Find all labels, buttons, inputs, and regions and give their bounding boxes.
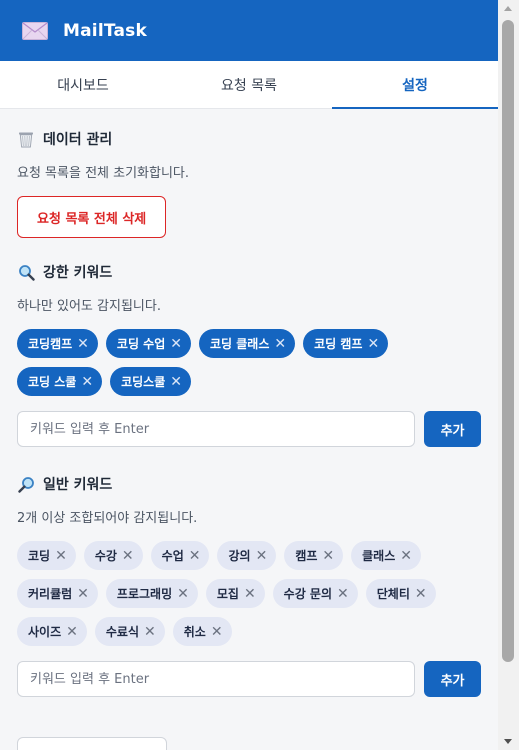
keyword-chip: 코딩 스쿨 ✕ <box>17 367 103 396</box>
keyword-label: 코딩 클래스 <box>209 337 270 351</box>
app-header: MailTask <box>0 0 498 61</box>
data-management-title: 데이터 관리 <box>17 129 481 149</box>
keyword-label: 프로그래밍 <box>116 587 173 601</box>
keyword-label: 캠프 <box>295 549 318 563</box>
app-title: MailTask <box>63 20 147 41</box>
remove-keyword-icon[interactable]: ✕ <box>144 625 156 639</box>
keyword-chip: 코딩캠프 ✕ <box>17 329 98 358</box>
scrollbar[interactable] <box>498 0 519 750</box>
keyword-chip: 코딩 수업 ✕ <box>105 329 191 358</box>
normal-keyword-list: 코딩 ✕ 수강 ✕ 수업 ✕ 강의 ✕ 캠프 ✕ 클래스 ✕ 커리큘럼 ✕ 프로그래밍 ✕ 모집… <box>17 541 457 646</box>
keyword-chip: 코딩스쿨 ✕ <box>110 367 191 396</box>
strong-keyword-input[interactable] <box>17 411 416 447</box>
remove-keyword-icon[interactable]: ✕ <box>55 549 67 563</box>
keyword-label: 코딩스쿨 <box>121 375 166 389</box>
tab-dashboard[interactable]: 대시보드 <box>0 61 166 108</box>
keyword-chip: 수료식 ✕ <box>94 617 165 646</box>
keyword-label: 사이즈 <box>28 625 62 639</box>
keyword-chip: 강의 ✕ <box>217 541 277 570</box>
normal-keywords-heading: 일반 키워드 <box>43 477 113 493</box>
remove-keyword-icon[interactable]: ✕ <box>400 549 412 563</box>
normal-keyword-input[interactable] <box>17 661 416 697</box>
data-management-description: 요청 목록을 전체 초기화합니다. <box>17 166 190 181</box>
tab-settings[interactable]: 설정 <box>332 61 498 109</box>
keyword-label: 클래스 <box>362 549 396 563</box>
strong-keywords-heading: 강한 키워드 <box>43 265 113 281</box>
keyword-chip: 취소 ✕ <box>172 617 232 646</box>
remove-keyword-icon[interactable]: ✕ <box>322 549 334 563</box>
keyword-label: 코딩 스쿨 <box>28 375 77 389</box>
strong-keywords-title: 강한 키워드 <box>17 262 481 282</box>
tab-bar: 대시보드 요청 목록 설정 <box>0 61 498 109</box>
scroll-up-icon[interactable] <box>504 6 512 11</box>
keyword-chip: 코딩 클래스 ✕ <box>198 329 296 358</box>
keyword-chip: 모집 ✕ <box>205 579 265 608</box>
settings-panel: 데이터 관리 요청 목록을 전체 초기화합니다. 요청 목록 전체 삭제 강한 … <box>0 109 498 750</box>
envelope-icon <box>22 21 48 40</box>
normal-keywords-title: 일반 키워드 <box>17 474 481 494</box>
strong-keyword-list: 코딩캠프 ✕ 코딩 수업 ✕ 코딩 클래스 ✕ 코딩 캠프 ✕ 코딩 스쿨 ✕ 코딩스쿨 ✕ <box>17 329 481 396</box>
keyword-chip: 클래스 ✕ <box>351 541 421 570</box>
keyword-label: 코딩 수업 <box>116 337 166 351</box>
keyword-label: 강의 <box>228 549 251 563</box>
remove-keyword-icon[interactable]: ✕ <box>122 549 134 563</box>
keyword-label: 수강 <box>94 549 117 563</box>
remove-keyword-icon[interactable]: ✕ <box>189 549 201 563</box>
keyword-chip: 사이즈 ✕ <box>17 617 87 646</box>
keyword-label: 코딩캠프 <box>28 337 73 351</box>
normal-keyword-add-row: 추가 <box>17 661 481 697</box>
keyword-label: 수료식 <box>105 625 139 639</box>
keyword-chip: 수강 문의 ✕ <box>272 579 358 608</box>
remove-keyword-icon[interactable]: ✕ <box>256 549 268 563</box>
keyword-chip: 수강 ✕ <box>83 541 143 570</box>
remove-keyword-icon[interactable]: ✕ <box>77 587 89 601</box>
keyword-chip: 캠프 ✕ <box>284 541 344 570</box>
keyword-chip: 커리큘럼 ✕ <box>17 579 98 608</box>
remove-keyword-icon[interactable]: ✕ <box>415 587 427 601</box>
remove-keyword-icon[interactable]: ✕ <box>66 625 78 639</box>
remove-keyword-icon[interactable]: ✕ <box>81 375 93 389</box>
strong-keywords-description: 하나만 있어도 감지됩니다. <box>17 299 161 314</box>
normal-keywords-description: 2개 이상 조합되어야 감지됩니다. <box>17 511 198 526</box>
delete-all-requests-button[interactable]: 요청 목록 전체 삭제 <box>17 196 167 238</box>
keyword-label: 커리큘럼 <box>28 587 73 601</box>
strong-keyword-add-row: 추가 <box>17 411 481 447</box>
remove-keyword-icon[interactable]: ✕ <box>77 337 89 351</box>
keyword-label: 단체티 <box>376 587 410 601</box>
magnifier-right-icon <box>17 475 35 493</box>
add-strong-keyword-button[interactable]: 추가 <box>424 411 481 447</box>
keyword-chip: 수업 ✕ <box>150 541 210 570</box>
remove-keyword-icon[interactable]: ✕ <box>170 337 182 351</box>
wastebasket-icon <box>17 130 35 148</box>
keyword-chip: 코딩 ✕ <box>17 541 76 570</box>
data-management-heading: 데이터 관리 <box>43 132 113 148</box>
keyword-label: 취소 <box>183 625 206 639</box>
scroll-thumb[interactable] <box>502 20 514 662</box>
remove-keyword-icon[interactable]: ✕ <box>211 625 223 639</box>
magnifier-left-icon <box>17 263 35 281</box>
remove-keyword-icon[interactable]: ✕ <box>177 587 189 601</box>
keyword-label: 수업 <box>161 549 184 563</box>
keyword-label: 모집 <box>216 587 239 601</box>
remove-keyword-icon[interactable]: ✕ <box>244 587 256 601</box>
keyword-chip: 코딩 캠프 ✕ <box>303 329 389 358</box>
add-normal-keyword-button[interactable]: 추가 <box>424 661 481 697</box>
remove-keyword-icon[interactable]: ✕ <box>274 337 286 351</box>
remove-keyword-icon[interactable]: ✕ <box>170 375 182 389</box>
keyword-label: 코딩 캠프 <box>314 337 363 351</box>
remove-keyword-icon[interactable]: ✕ <box>337 587 349 601</box>
tab-request-list[interactable]: 요청 목록 <box>166 61 332 108</box>
scroll-down-icon[interactable] <box>504 739 512 744</box>
keyword-label: 수강 문의 <box>283 587 333 601</box>
next-section-box[interactable] <box>17 737 167 750</box>
keyword-chip: 단체티 ✕ <box>365 579 436 608</box>
keyword-chip: 프로그래밍 ✕ <box>105 579 198 608</box>
keyword-label: 코딩 <box>28 549 51 563</box>
remove-keyword-icon[interactable]: ✕ <box>367 337 379 351</box>
